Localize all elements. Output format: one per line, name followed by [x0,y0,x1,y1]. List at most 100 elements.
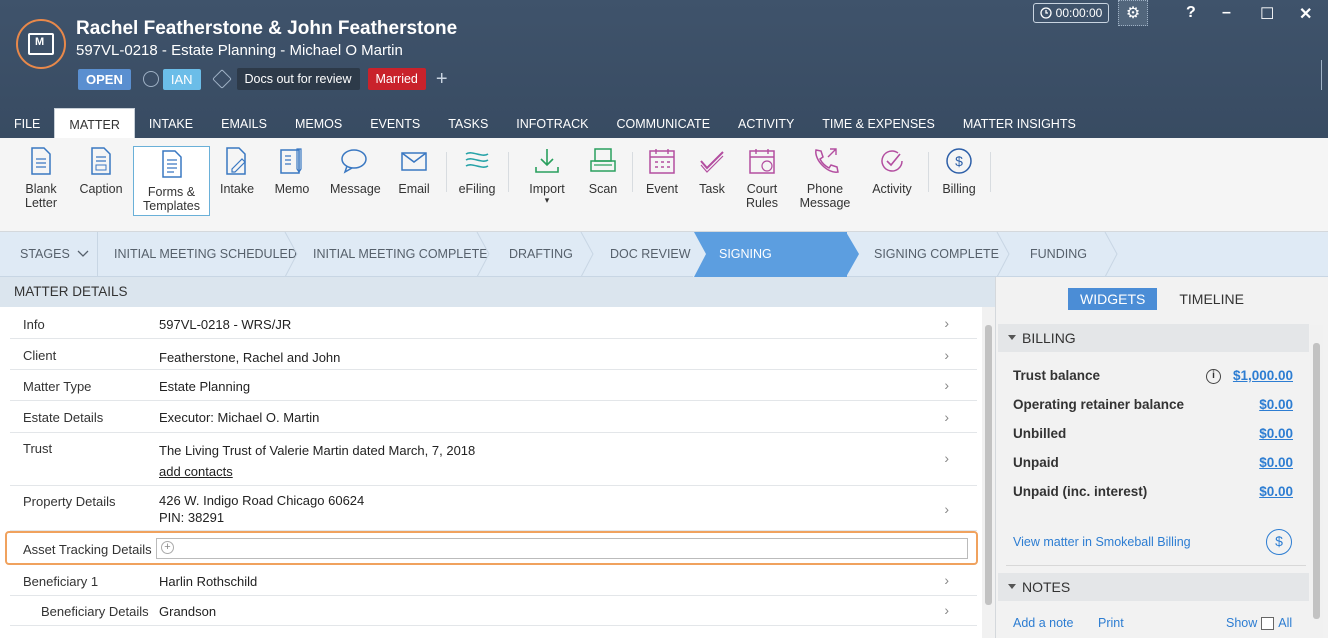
print-link[interactable]: Print [1098,616,1124,630]
chevron-right-icon: › [944,409,949,425]
detail-row-info[interactable]: Info 597VL-0218 - WRS/JR › [10,307,977,339]
activity-button[interactable]: Activity [868,146,916,196]
info-icon[interactable]: i [1206,369,1221,384]
billing-amount-link[interactable]: $0.00 [1259,484,1293,499]
detail-row-estate-details[interactable]: Estate Details Executor: Michael O. Mart… [10,401,977,433]
stage-signing-complete[interactable]: SIGNING COMPLETE [874,232,999,277]
detail-row-property-details[interactable]: Property Details 426 W. Indigo Road Chic… [10,486,977,531]
message-button[interactable]: Message [330,146,381,196]
ribbon-separator [508,152,509,192]
detail-row-matter-type[interactable]: Matter Type Estate Planning › [10,370,977,401]
phone-message-button[interactable]: Phone Message [798,146,852,210]
tag-docs-out[interactable]: Docs out for review [236,68,360,90]
tag-married[interactable]: Married [367,68,426,90]
phone-message-label2: Message [799,196,851,210]
forms-templates-button[interactable]: Forms & Templates [133,146,210,216]
asset-tracking-input[interactable]: + [156,538,968,559]
caption-button[interactable]: Caption [78,146,124,196]
detail-label: Estate Details [23,410,104,425]
show-all-checkbox[interactable] [1261,617,1275,631]
tab-events[interactable]: EVENTS [356,108,434,138]
minimize-button[interactable]: – [1222,4,1231,22]
tab-widgets[interactable]: WIDGETS [1068,288,1158,310]
billing-amount-link[interactable]: $0.00 [1259,455,1293,470]
court-rules-label2: Rules [746,196,778,210]
timer-button[interactable]: 00:00:00 [1033,3,1109,23]
detail-value: The Living Trust of Valerie Martin dated… [159,443,476,458]
tab-timeline[interactable]: TIMELINE [1167,288,1256,310]
import-button[interactable]: Import ▾ [526,146,568,205]
detail-label: Info [23,317,45,332]
billing-section-header[interactable]: BILLING [998,324,1309,352]
tab-matter-insights[interactable]: MATTER INSIGHTS [949,108,1090,138]
stage-chevron [996,232,1010,277]
stage-drafting[interactable]: DRAFTING [509,232,573,277]
detail-row-trust[interactable]: Trust The Living Trust of Valerie Martin… [10,433,977,486]
tab-matter[interactable]: MATTER [54,108,135,138]
tab-time-expenses[interactable]: TIME & EXPENSES [808,108,949,138]
stage-funding[interactable]: FUNDING [1030,232,1087,277]
matter-title: Rachel Featherstone & John Featherstone [76,18,458,39]
blank-letter-button[interactable]: Blank Letter [20,146,62,210]
matter-subtitle: 597VL-0218 - Estate Planning - Michael O… [76,42,403,59]
chevron-right-icon: › [944,572,949,588]
stage-initial-meeting-scheduled[interactable]: INITIAL MEETING SCHEDULED [114,232,297,277]
event-button[interactable]: Event [644,146,680,196]
close-button[interactable]: ✕ [1299,4,1312,24]
maximize-button[interactable]: ☐ [1260,4,1274,24]
billing-button[interactable]: $ Billing [940,146,978,196]
notes-section-header[interactable]: NOTES [998,573,1309,601]
view-in-billing-link[interactable]: View matter in Smokeball Billing [1013,535,1191,549]
email-button[interactable]: Email [396,146,432,196]
intake-button[interactable]: Intake [218,146,256,196]
stage-chevron [580,232,594,277]
import-dropdown-icon[interactable]: ▾ [526,196,568,205]
detail-row-beneficiary-1[interactable]: Beneficiary 1 Harlin Rothschild › [10,565,977,596]
scrollbar-thumb[interactable] [1313,343,1320,619]
matter-details-heading: MATTER DETAILS [0,277,995,307]
efiling-button[interactable]: eFiling [455,146,499,196]
scan-button[interactable]: Scan [586,146,620,196]
court-rules-button[interactable]: Court Rules [742,146,782,210]
tab-tasks[interactable]: TASKS [434,108,502,138]
window-edge [1321,60,1328,90]
memo-button[interactable]: Memo [272,146,312,196]
billing-amount-link[interactable]: $0.00 [1259,397,1293,412]
tab-activity[interactable]: ACTIVITY [724,108,808,138]
task-button[interactable]: Task [696,146,728,196]
stage-chevron [1104,232,1118,277]
detail-label: Beneficiary 1 [23,574,99,589]
tab-memos[interactable]: MEMOS [281,108,356,138]
panel-scrollbar[interactable] [1310,325,1323,638]
tab-communicate[interactable]: COMMUNICATE [603,108,725,138]
settings-gear-icon[interactable]: ⚙ [1118,0,1148,26]
tab-file[interactable]: FILE [0,108,54,138]
detail-row-asset-tracking[interactable]: Asset Tracking Details + [5,531,978,565]
stage-signing-scheduled[interactable]: SIGNING SCHEDULED [693,232,847,306]
stages-dropdown[interactable]: STAGES [0,232,98,277]
detail-row-beneficiary-details[interactable]: Beneficiary Details Grandson › [10,596,977,626]
show-all-toggle[interactable]: Show All [1226,616,1292,631]
detail-row-client[interactable]: Client Featherstone, Rachel and John › [10,339,977,370]
add-circle-icon[interactable]: + [161,541,174,554]
chevron-right-icon: › [944,450,949,466]
tab-infotrack[interactable]: INFOTRACK [502,108,602,138]
stage-doc-review[interactable]: DOC REVIEW [610,232,691,277]
help-button[interactable]: ? [1186,4,1196,22]
assignee-badge[interactable]: IAN [162,68,201,90]
detail-value: 597VL-0218 - WRS/JR [159,317,292,332]
billing-amount-link[interactable]: $0.00 [1259,426,1293,441]
add-note-link[interactable]: Add a note [1013,616,1073,630]
stage-initial-meeting-complete[interactable]: INITIAL MEETING COMPLETE [313,232,488,277]
detail-label: Matter Type [23,379,92,394]
status-badge[interactable]: OPEN [78,68,131,90]
add-contacts-link[interactable]: add contacts [159,464,233,479]
details-scrollbar[interactable] [982,307,995,638]
tab-emails[interactable]: EMAILS [207,108,281,138]
panel-divider [1006,565,1306,566]
billing-amount-link[interactable]: $1,000.00 [1233,368,1293,383]
billing-dollar-icon[interactable]: $ [1266,529,1292,555]
scrollbar-thumb[interactable] [985,325,992,605]
add-tag-icon[interactable]: + [436,69,448,89]
tab-intake[interactable]: INTAKE [135,108,207,138]
